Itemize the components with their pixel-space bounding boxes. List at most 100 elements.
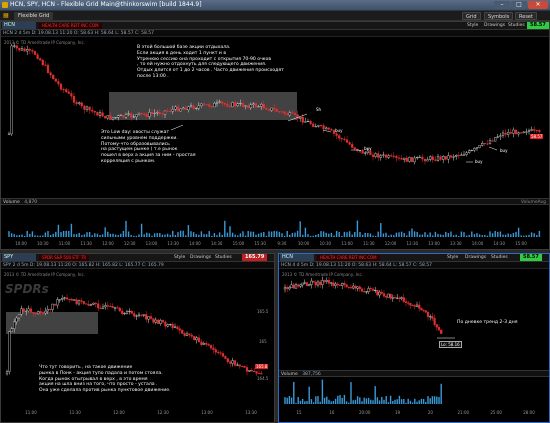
volume-bar [393,235,395,237]
candle-body [25,310,28,312]
candle-body [389,293,392,299]
volume-bar [520,235,522,237]
window-title-bar[interactable]: HCN, SPY, HCN - Flexible Grid Main@think… [0,0,550,11]
candle-body [379,155,382,158]
candle-body [154,319,157,323]
candle-body [292,284,295,289]
volume-bar [478,234,481,237]
candle-body [10,45,13,135]
minimize-button[interactable]: – [494,1,510,9]
x-tick: 20:00 [359,410,371,415]
volume-bar [348,231,351,237]
volume-bar [192,232,195,237]
volume-bar [281,233,283,237]
volume-bar [419,234,421,237]
volume-bar [75,234,78,237]
volume-bar [161,234,164,237]
layout-icon[interactable]: ▦ [3,12,9,19]
volume-bar [133,235,135,237]
candle-body [335,133,338,136]
candle-body [525,131,528,133]
volume-bar [392,401,394,404]
price-flag: 58.57 [530,134,544,139]
volume-bar [538,230,541,237]
x-tick: 13:30 [167,241,179,246]
candle-body [325,127,328,130]
candle-body [121,310,124,314]
candle-body [343,138,346,140]
label-buy: buy [475,159,483,164]
candle-body [404,301,408,303]
x-tick: 13:30 [245,410,257,415]
x-tick: 19 [395,410,401,415]
close-button[interactable]: ✕ [528,1,548,9]
candle-body [56,299,59,306]
volume-bar [382,233,385,237]
volume-bar [198,234,200,237]
volume-bar [383,399,385,404]
candle-body [353,147,356,150]
candle-body [28,49,31,51]
grid-button[interactable]: Grid [462,12,481,20]
candle-body [356,286,359,289]
volume-bar [497,231,499,237]
candle-body [195,107,198,109]
candle-body [82,301,85,304]
hcn-price-chart: 15 16 20:00 19 20 21:00 25:00 28:00 [283,276,535,415]
candle-body [36,54,39,59]
candle-body [217,351,220,353]
volume-bar [400,399,403,404]
volume-bar [369,233,372,237]
candle-body [190,334,193,337]
reset-button[interactable]: Reset [515,12,537,20]
candle-body [382,154,385,156]
candle-body [327,127,330,130]
volume-bar [177,232,179,237]
candle-body [202,103,206,105]
volume-bar [370,399,372,404]
volume-bar [408,231,411,237]
x-tick: 11:00 [25,410,37,415]
candle-body [316,281,320,286]
volume-bar [320,231,322,237]
volume-bar [96,233,99,237]
candle-body [78,102,81,105]
volume-bar [427,396,429,404]
symbols-button[interactable]: Symbols [484,12,514,20]
candle-body [512,129,515,134]
candle-body [236,364,239,366]
candle-body [396,297,399,299]
candle-body [391,297,394,299]
candle-body [117,115,120,118]
candle-body [255,371,258,374]
volume-bar [504,234,507,237]
candle-body [380,291,383,294]
volume-bar [455,234,457,237]
candle-body [149,316,153,319]
candle-body [267,109,271,111]
candle-body [88,106,91,111]
candle-body [245,367,249,372]
candle-body [80,300,83,302]
volume-bar [389,395,392,404]
candle-body [192,105,195,109]
volume-bar [431,396,434,404]
volume-bar [213,233,216,237]
candle-body [341,283,344,286]
volume-bar [420,398,423,404]
maximize-button[interactable]: □ [511,1,527,9]
candle-body [358,150,362,152]
candle-body [208,104,211,107]
candle-body [113,307,117,309]
candle-body [345,139,349,143]
volume-bar [293,381,295,404]
candle-body [385,295,388,298]
candle-body [205,343,208,345]
x-tick: 10:30 [320,241,332,246]
volume-bar [146,232,148,237]
tab-flexible-grid[interactable]: Flexible Grid [14,12,54,20]
candle-body [193,336,196,341]
candle-body [197,105,200,109]
volume-bar [387,235,390,237]
candle-body [75,102,78,105]
